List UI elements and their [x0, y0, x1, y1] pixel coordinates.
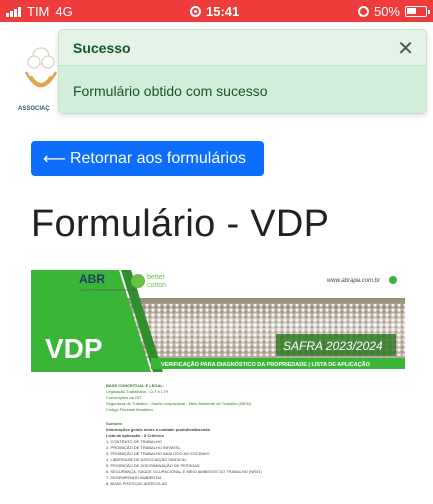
- abr-text: ABR: [79, 272, 105, 286]
- safra-text: SAFRA 2023/2024: [283, 339, 383, 353]
- toast-message: Formulário obtido com sucesso: [73, 83, 268, 99]
- alarm-icon: [357, 6, 369, 17]
- arrow-left-icon: ⟵: [43, 150, 66, 168]
- close-icon[interactable]: ✕: [397, 36, 414, 61]
- banner-subtitle: VERIFICAÇÃO PARA DIAGNÓSTICO DA PROPRIED…: [161, 360, 371, 368]
- back-to-forms-button[interactable]: ⟵ Retornar aos formulários: [31, 141, 264, 176]
- form-document-preview[interactable]: ABR ALGODÃO BRASILEIRO RESPONSÁVEL bette…: [31, 268, 405, 504]
- status-center: 15:41: [190, 4, 239, 19]
- website-text: www.abrapa.com.br: [327, 278, 381, 284]
- abr-subtitle: ALGODÃO BRASILEIRO RESPONSÁVEL: [79, 287, 136, 292]
- battery-icon: [405, 6, 430, 17]
- success-toast: Sucesso ✕ Formulário obtido com sucesso: [58, 29, 427, 114]
- criteria-item: 8. BOAS PRÁTICAS AGRÍCOLAS: [106, 481, 167, 486]
- clock: 15:41: [206, 4, 240, 19]
- document-banner: ABR ALGODÃO BRASILEIRO RESPONSÁVEL bette…: [31, 268, 405, 374]
- signal-icon: [6, 6, 21, 17]
- screen-record-icon: [190, 6, 201, 17]
- status-left: TIM 4G: [6, 4, 73, 19]
- status-bar: TIM 4G 15:41 50%: [0, 0, 433, 22]
- page-title: Formulário - VDP: [31, 203, 330, 245]
- back-button-label: Retornar aos formulários: [69, 149, 247, 167]
- vdp-banner-text: VDP: [45, 333, 103, 364]
- logo-text: ASSOCIAÇ: [18, 106, 50, 112]
- network-type: 4G: [55, 4, 73, 19]
- toast-title: Sucesso: [73, 40, 131, 56]
- better-cotton-icon: [131, 274, 145, 288]
- globe-icon: [389, 276, 397, 284]
- carrier-name: TIM: [27, 4, 50, 19]
- cotton-text: cotton: [147, 282, 166, 289]
- status-right: 50%: [357, 4, 430, 19]
- document-text: BASE CONCEITUAL E LEGAL: Legislação Trab…: [106, 383, 346, 487]
- battery-percent: 50%: [373, 4, 400, 19]
- better-text: better: [147, 274, 166, 281]
- toast-header: Sucesso ✕: [59, 30, 426, 66]
